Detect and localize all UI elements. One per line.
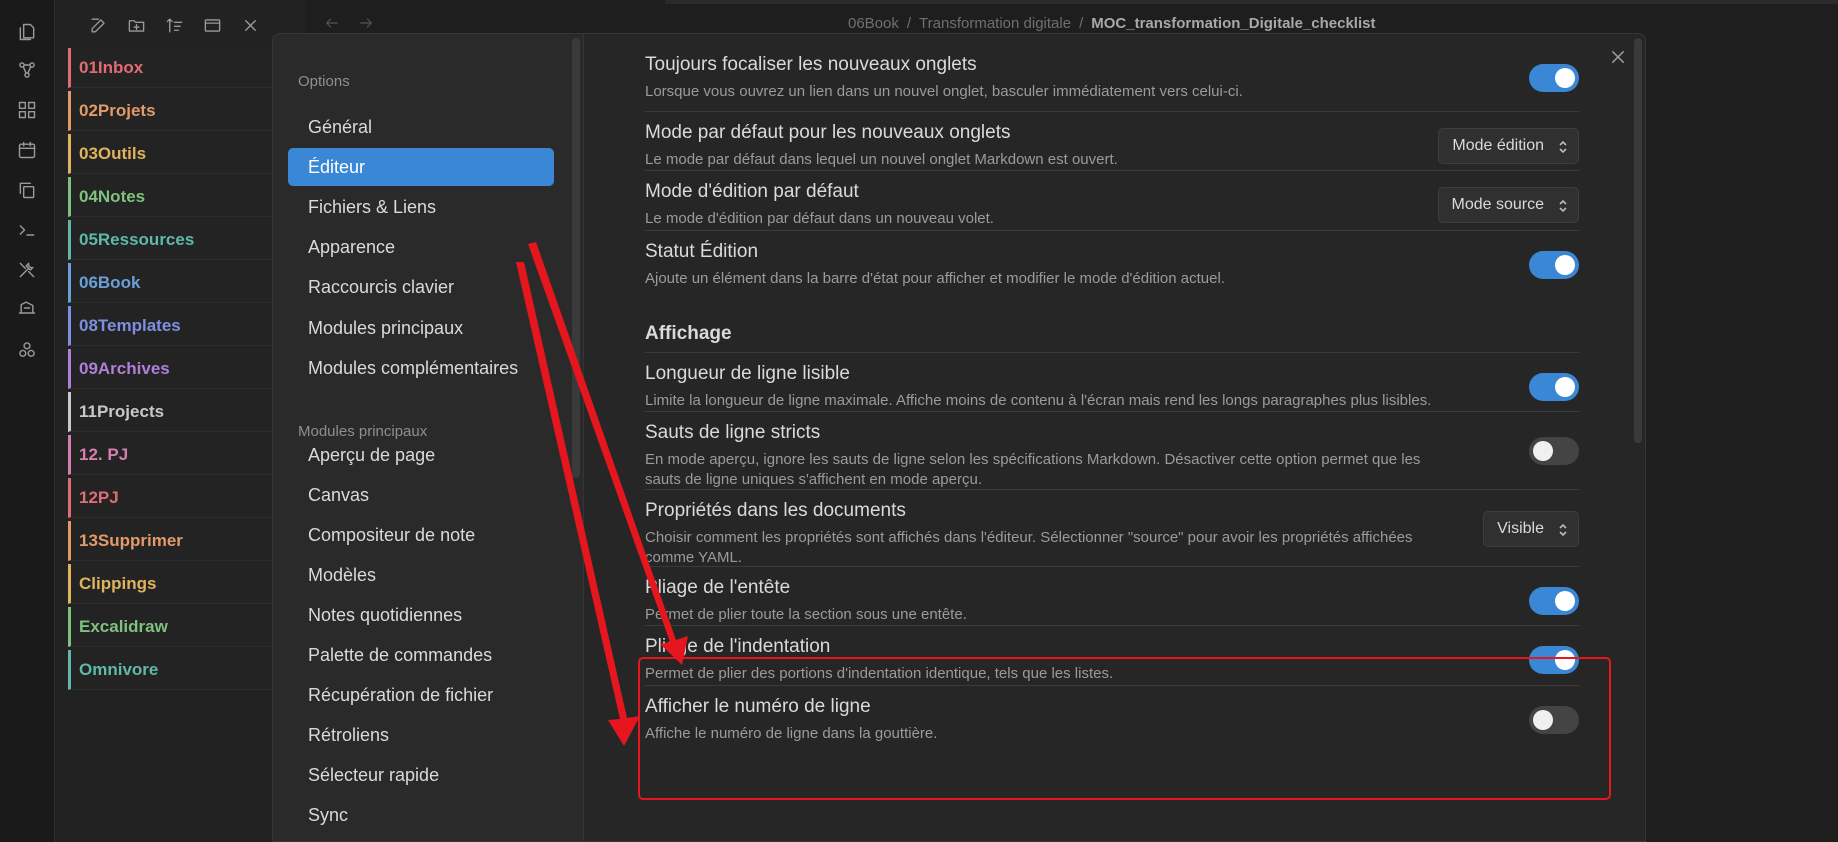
setting-description: Permet de plier toute la section sous un…	[645, 606, 967, 623]
setting-name: Mode d'édition par défaut	[645, 181, 859, 202]
sidebar-option-item[interactable]: Fichiers & Liens	[288, 188, 554, 226]
left-ribbon	[0, 0, 55, 842]
setting-description: Ajoute un élément dans la barre d'état p…	[645, 270, 1225, 287]
sidebar-scrollbar[interactable]	[572, 38, 580, 478]
setting-dropdown[interactable]: Mode édition	[1438, 127, 1579, 164]
setting-name: Propriétés dans les documents	[645, 500, 906, 521]
sidebar-module-item[interactable]: Palette de commandes	[288, 637, 554, 675]
section-heading-affichage: Affichage	[645, 323, 732, 344]
setting-toggle[interactable]	[1529, 436, 1579, 465]
content-scrollbar[interactable]	[1634, 38, 1642, 443]
new-note-icon[interactable]	[85, 12, 111, 38]
dropdown-value: Mode source	[1451, 195, 1545, 213]
setting-description: Le mode par défaut dans lequel un nouvel…	[645, 151, 1118, 168]
setting-row: Sauts de ligne stricts En mode aperçu, ig…	[645, 411, 1579, 488]
setting-description: Permet de plier des portions d'indentati…	[645, 665, 1114, 682]
breadcrumb-current[interactable]: MOC_transformation_Digitale_checklist	[1091, 15, 1375, 32]
breadcrumb-item[interactable]: 06Book	[848, 15, 899, 32]
sidebar-module-item[interactable]: Récupération de fichier	[288, 677, 554, 715]
setting-row: Propriétés dans les documents Choisir com…	[645, 489, 1579, 566]
setting-row: Mode par défaut pour les nouveaux onglet…	[645, 111, 1579, 178]
file-explorer: 01Inbox 02Projets 03Outils 04Notes 05Ressour…	[55, 0, 308, 842]
sidebar-module-item[interactable]: Aperçu de page	[288, 436, 554, 474]
sidebar-module-item[interactable]: Compositeur de note	[288, 516, 554, 554]
breadcrumb-separator: /	[906, 15, 912, 32]
setting-row: Pliage de l'indentation Permet de plier d…	[645, 625, 1579, 692]
dropdown-value: Mode édition	[1452, 136, 1544, 154]
setting-name: Pliage de l'indentation	[645, 636, 831, 657]
back-arrow-icon[interactable]	[321, 12, 343, 34]
tools-icon[interactable]	[15, 258, 39, 282]
setting-row: Statut Édition Ajoute un élément dans la …	[645, 230, 1579, 297]
setting-name: Statut Édition	[645, 241, 759, 262]
sidebar-module-item[interactable]: Modèles	[288, 556, 554, 594]
dropdown-value: Visible	[1497, 519, 1544, 537]
breadcrumb: 06Book / Transformation digitale / MOC_trans…	[848, 15, 1375, 32]
graph-icon[interactable]	[15, 58, 39, 82]
setting-toggle[interactable]	[1529, 372, 1579, 401]
sidebar-module-item[interactable]: Sync	[288, 797, 554, 835]
chevron-up-down-icon	[1558, 522, 1568, 538]
sidebar-heading-options: Options	[298, 73, 350, 90]
setting-row: Pliage de l'entête Permet de plier toute …	[645, 566, 1579, 633]
sort-icon[interactable]	[161, 12, 187, 38]
setting-toggle[interactable]	[1529, 705, 1579, 734]
explorer-toolbar	[85, 12, 263, 38]
setting-row: Mode d'édition par défaut Le mode d'éditi…	[645, 170, 1579, 237]
setting-description: En mode aperçu, ignore les sauts de lign…	[645, 451, 1421, 488]
collapse-icon[interactable]	[199, 12, 225, 38]
setting-toggle[interactable]	[1529, 586, 1579, 615]
sidebar-module-item[interactable]: Notes quotidiennes	[288, 596, 554, 634]
setting-toggle[interactable]	[1529, 63, 1579, 92]
new-folder-icon[interactable]	[123, 12, 149, 38]
setting-name: Longueur de ligne lisible	[645, 363, 850, 384]
close-x-icon[interactable]	[237, 12, 263, 38]
setting-name: Mode par défaut pour les nouveaux onglet…	[645, 122, 1011, 143]
close-icon	[1612, 51, 1624, 63]
setting-toggle[interactable]	[1529, 645, 1579, 674]
setting-description: Le mode d'édition par défaut dans un nou…	[645, 210, 994, 227]
sidebar-option-item[interactable]: Raccourcis clavier	[288, 269, 554, 307]
chevron-up-down-icon	[1558, 139, 1568, 155]
settings-content: Toujours focaliser les nouveaux onglets L…	[584, 34, 1645, 841]
tab-strip	[665, 0, 1838, 4]
setting-name: Toujours focaliser les nouveaux onglets	[645, 54, 977, 75]
terminal-icon[interactable]	[15, 218, 39, 242]
setting-name: Sauts de ligne stricts	[645, 422, 821, 443]
sidebar-module-item[interactable]: Rétroliens	[288, 717, 554, 755]
setting-name: Pliage de l'entête	[645, 577, 791, 598]
setting-description: Affiche le numéro de ligne dans la goutt…	[645, 725, 938, 742]
setting-description: Limite la longueur de ligne maximale. Af…	[645, 392, 1432, 409]
setting-name: Afficher le numéro de ligne	[645, 696, 871, 717]
canvas-grid-icon[interactable]	[15, 98, 39, 122]
network-icon[interactable]	[15, 338, 39, 362]
sidebar-option-item[interactable]: Modules principaux	[288, 309, 554, 347]
copy-icon[interactable]	[15, 178, 39, 202]
sidebar-option-item[interactable]: Éditeur	[288, 148, 554, 187]
setting-dropdown[interactable]: Visible	[1483, 510, 1579, 547]
slides-icon[interactable]	[15, 296, 39, 320]
sidebar-module-item[interactable]: Sélecteur rapide	[288, 757, 554, 795]
close-button[interactable]	[1603, 42, 1633, 72]
setting-description: Lorsque vous ouvrez un lien dans un nouv…	[645, 83, 1243, 100]
breadcrumb-separator: /	[1079, 15, 1084, 32]
setting-row: Longueur de ligne lisible Limite la longu…	[645, 352, 1579, 419]
settings-modal: Options Général Éditeur Fichiers & Liens App…	[272, 33, 1646, 842]
setting-row: Afficher le numéro de ligne Affiche le nu…	[645, 685, 1579, 752]
files-icon[interactable]	[15, 20, 39, 44]
calendar-icon[interactable]	[15, 138, 39, 162]
setting-toggle[interactable]	[1529, 250, 1579, 279]
sidebar-option-item[interactable]: Général	[288, 108, 554, 146]
forward-arrow-icon[interactable]	[355, 12, 377, 34]
sidebar-module-item[interactable]: Canvas	[288, 476, 554, 514]
setting-dropdown[interactable]: Mode source	[1437, 186, 1579, 223]
breadcrumb-item[interactable]: Transformation digitale	[919, 15, 1071, 32]
setting-row: Toujours focaliser les nouveaux onglets L…	[645, 44, 1579, 111]
chevron-up-down-icon	[1558, 198, 1568, 214]
sidebar-option-item[interactable]: Apparence	[288, 229, 554, 267]
settings-sidebar: Options Général Éditeur Fichiers & Liens App…	[273, 34, 584, 841]
sidebar-option-item[interactable]: Modules complémentaires	[288, 349, 554, 387]
setting-description: Choisir comment les propriétés sont affi…	[645, 529, 1413, 566]
